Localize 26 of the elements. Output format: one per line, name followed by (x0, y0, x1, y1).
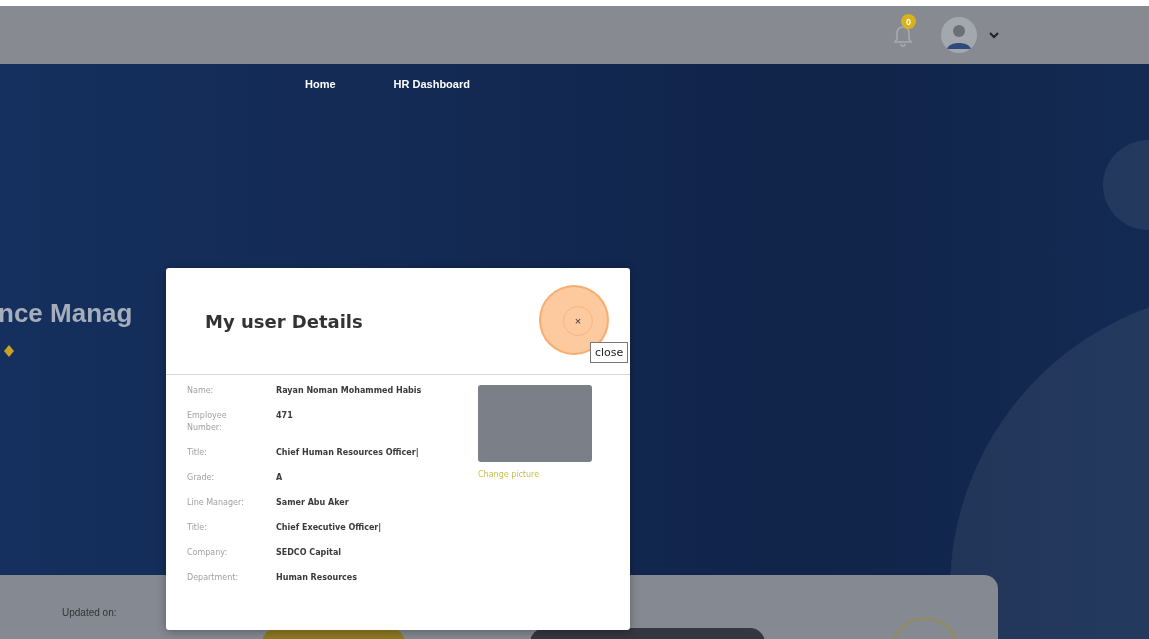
field-label: Employee Number: (187, 410, 228, 434)
field-label: Company: (187, 547, 229, 559)
field-value: Samer Abu Aker (276, 497, 350, 509)
avatar-icon[interactable] (941, 17, 977, 53)
field-value: 471 (276, 410, 294, 422)
diamond-icon (4, 345, 14, 357)
field-value: Chief Executive Officer| (276, 522, 383, 534)
field-label: Line Manager: (187, 497, 245, 509)
field-value: Chief Human Resources Officer| (276, 447, 420, 459)
field-label: Department: (187, 572, 240, 584)
field-value: Human Resources (276, 572, 359, 584)
field-value: Rayan Noman Mohammed Habis (276, 385, 423, 397)
page-heading: nce Manag (0, 298, 133, 329)
notification-badge: 0 (901, 14, 916, 29)
dialog-title: My user Details (205, 310, 363, 332)
field-value: SEDCO Capital (276, 547, 343, 559)
nav-link[interactable]: Home (305, 78, 336, 108)
field-label: Grade: (187, 472, 216, 484)
field-value: A (276, 472, 284, 484)
field-label: Title: (187, 447, 208, 459)
chevron-down-icon[interactable] (989, 31, 999, 39)
tooltip: close (590, 342, 629, 363)
updated-label: Updated on: (62, 607, 117, 618)
field-label: Title: (187, 522, 208, 534)
nav-link[interactable]: HR Dashboard (393, 78, 470, 108)
field-label: Name: (187, 385, 215, 397)
